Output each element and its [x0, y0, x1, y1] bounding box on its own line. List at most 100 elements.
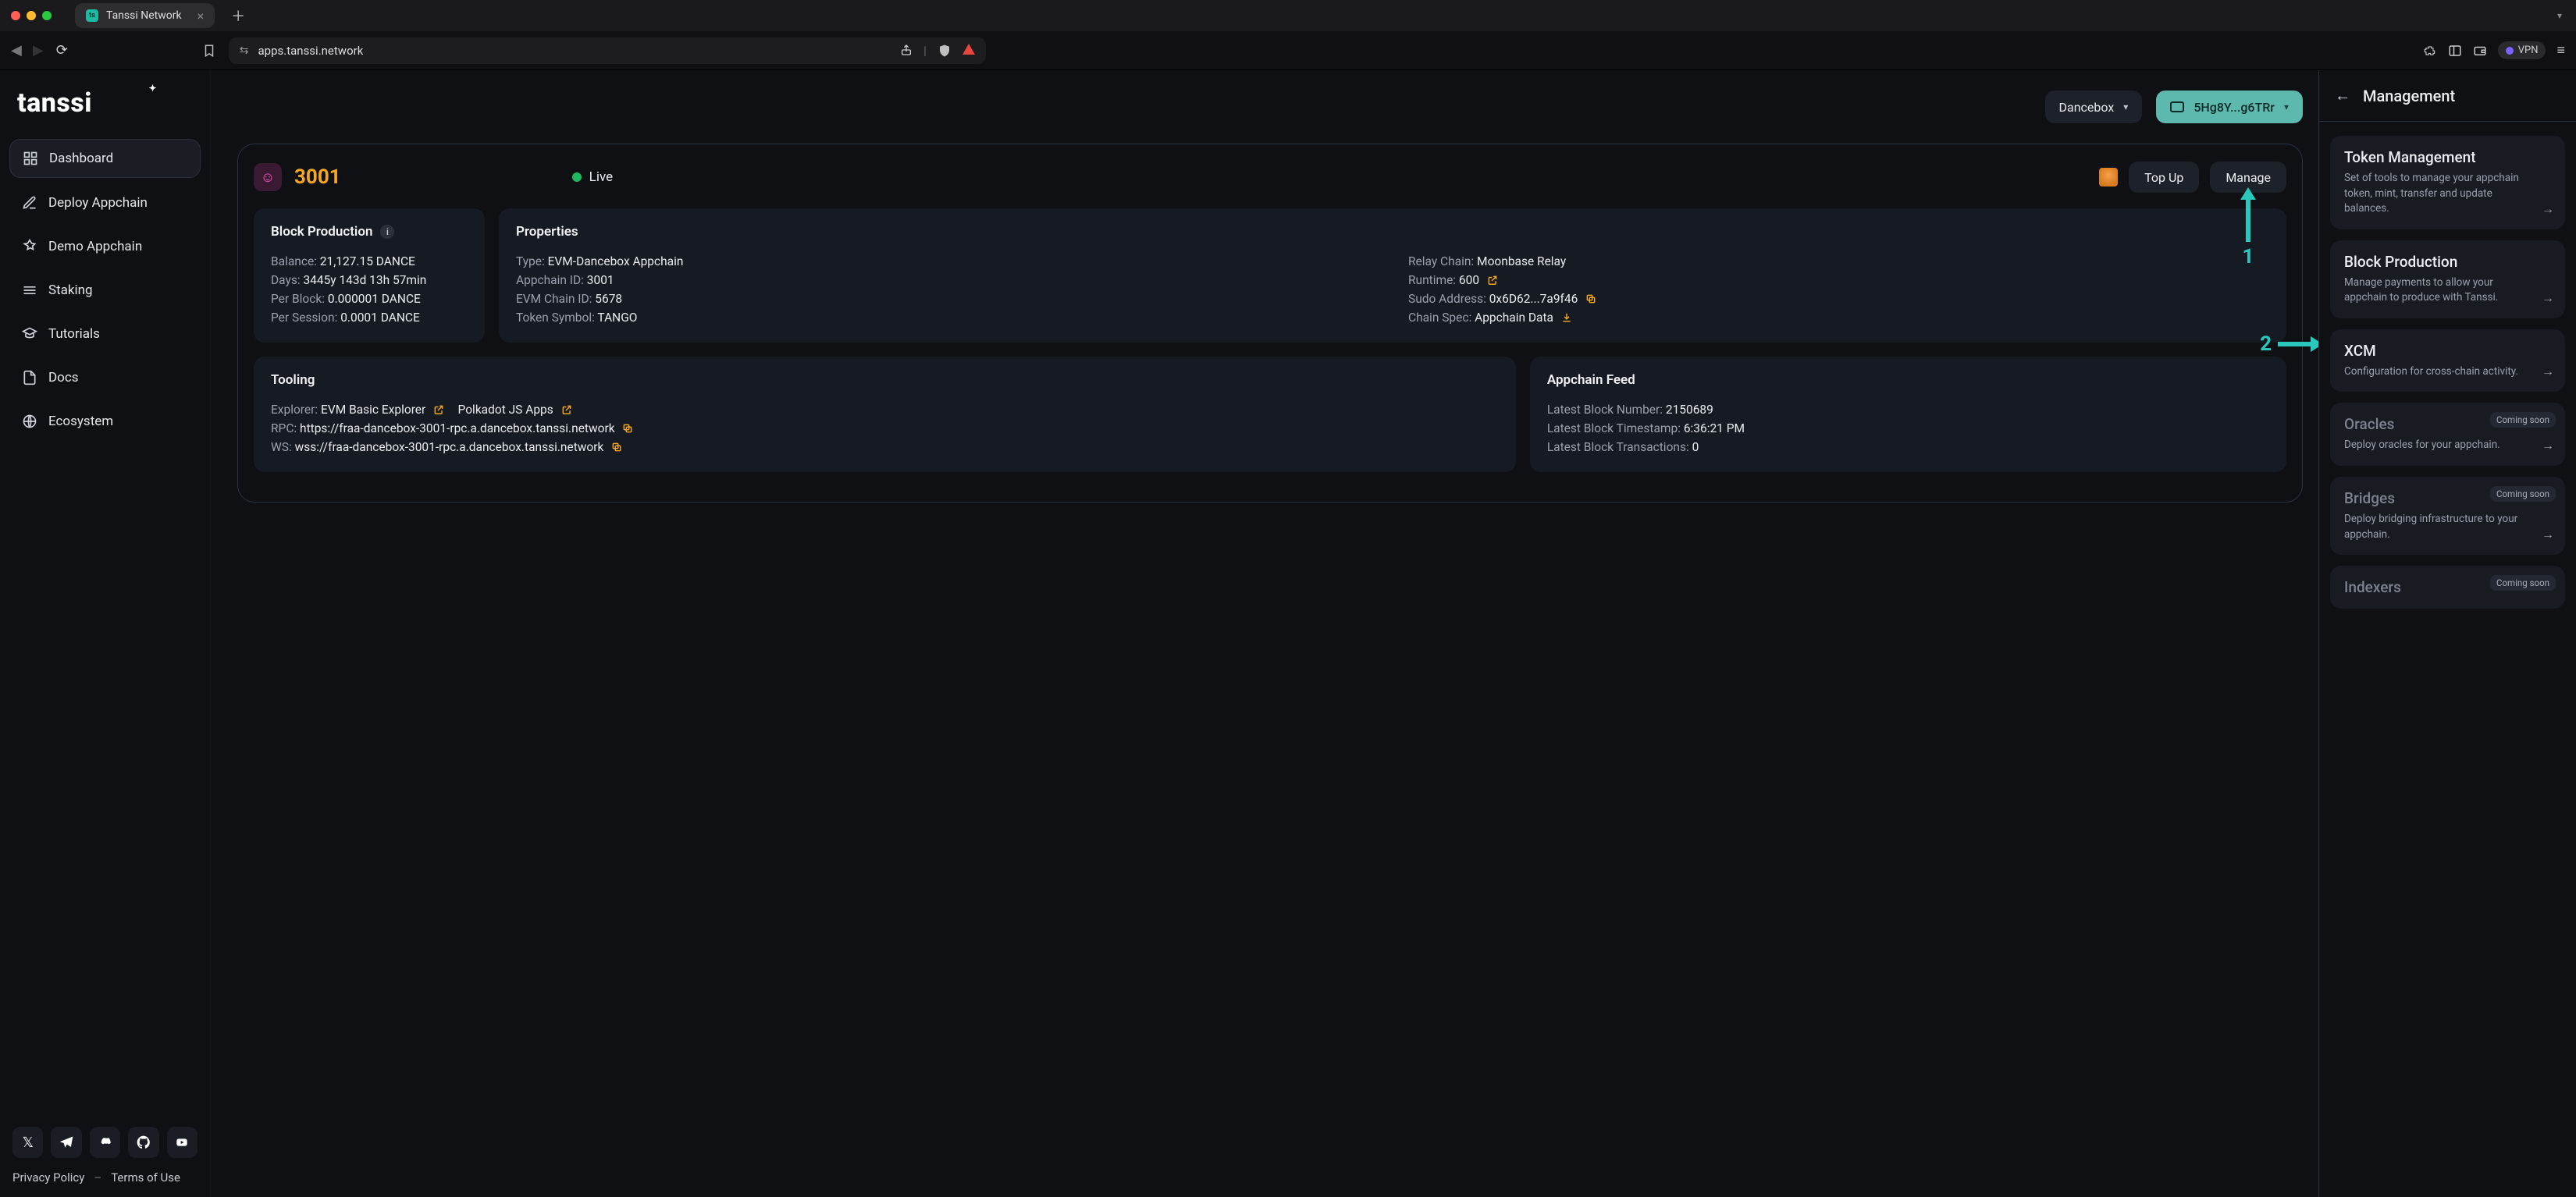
main-header: Dancebox ▾ 5Hg8Y...g6TRr ▾ [237, 91, 2303, 123]
arrow-right-icon: → [2542, 527, 2554, 542]
menu-icon[interactable]: ≡ [2556, 42, 2565, 59]
back-arrow-icon[interactable]: ← [2335, 86, 2350, 105]
manage-button[interactable]: Manage [2210, 162, 2286, 193]
url-text: apps.tanssi.network [258, 44, 364, 58]
management-header: ← Management [2319, 70, 2576, 122]
sidebar: tanssi✦ Dashboard Deploy Appchain Demo A… [0, 70, 211, 1197]
status-dot-icon [572, 172, 582, 182]
arrow-right-icon: → [2542, 290, 2554, 306]
arrow-right-icon: → [2542, 364, 2554, 379]
brand-logo[interactable]: tanssi✦ [9, 87, 201, 119]
github-icon[interactable] [128, 1127, 158, 1158]
close-window-icon[interactable] [11, 11, 20, 20]
vpn-label: VPN [2518, 44, 2539, 56]
appchain-avatar-icon: ☺ [254, 163, 282, 191]
metamask-icon[interactable] [2099, 168, 2118, 186]
tabs-overflow-icon[interactable]: ▾ [2557, 10, 2562, 21]
terms-link[interactable]: Terms of Use [111, 1170, 180, 1185]
sidebar-item-label: Docs [48, 370, 79, 385]
sidebar-item-staking[interactable]: Staking [9, 272, 201, 309]
discord-icon[interactable] [90, 1127, 120, 1158]
tab-title: Tanssi Network [106, 9, 182, 22]
copy-icon[interactable] [1585, 293, 1598, 306]
legal-links: Privacy Policy – Terms of Use [9, 1158, 201, 1186]
ecosystem-icon [22, 414, 37, 429]
sidebar-toggle-icon[interactable] [2448, 44, 2462, 58]
reload-button[interactable]: ⟳ [56, 42, 68, 59]
back-button[interactable]: ◀ [11, 42, 22, 59]
external-link-icon[interactable] [433, 404, 446, 417]
network-selector[interactable]: Dancebox ▾ [2045, 91, 2143, 123]
sidebar-item-deploy-appchain[interactable]: Deploy Appchain [9, 184, 201, 222]
properties-card: Properties Type: EVM-Dancebox Appchain A… [499, 208, 2286, 343]
sidebar-item-demo-appchain[interactable]: Demo Appchain [9, 228, 201, 265]
wallet-selector[interactable]: 5Hg8Y...g6TRr ▾ [2156, 91, 2303, 123]
network-label: Dancebox [2059, 100, 2115, 115]
address-bar[interactable]: ⇆ apps.tanssi.network | [229, 37, 986, 64]
card-title: Tooling [271, 372, 315, 388]
docs-icon [22, 370, 37, 385]
sidebar-item-docs[interactable]: Docs [9, 359, 201, 396]
mgmt-card-bridges: Coming soon Bridges Deploy bridging infr… [2330, 477, 2565, 555]
chevron-down-icon: ▾ [2123, 101, 2128, 112]
privacy-link[interactable]: Privacy Policy [12, 1170, 84, 1185]
sidebar-item-label: Dashboard [49, 151, 113, 166]
sidebar-item-label: Tutorials [48, 326, 100, 342]
mgmt-card-block-production[interactable]: Block Production Manage payments to allo… [2330, 240, 2565, 318]
sidebar-item-ecosystem[interactable]: Ecosystem [9, 403, 201, 440]
copy-icon[interactable] [622, 423, 635, 435]
copy-icon[interactable] [611, 442, 624, 454]
brave-rewards-icon[interactable] [962, 44, 975, 58]
sidebar-item-dashboard[interactable]: Dashboard [9, 139, 201, 178]
explorer-link[interactable]: EVM Basic Explorer [321, 403, 425, 417]
extensions-icon[interactable] [2423, 44, 2437, 58]
polkadot-apps-link[interactable]: Polkadot JS Apps [458, 403, 553, 417]
sidebar-item-label: Deploy Appchain [48, 195, 148, 211]
wallet-address: 5Hg8Y...g6TRr [2194, 100, 2275, 115]
browser-toolbar: ◀ ▶ ⟳ ⇆ apps.tanssi.network | [0, 31, 2576, 70]
nav-buttons: ◀ ▶ [11, 42, 44, 59]
coming-soon-badge: Coming soon [2490, 486, 2556, 502]
sidebar-item-label: Staking [48, 282, 93, 298]
download-icon[interactable] [1561, 312, 1574, 325]
dashboard-icon [23, 151, 38, 166]
minimize-window-icon[interactable] [27, 11, 36, 20]
close-tab-icon[interactable]: × [197, 9, 205, 23]
info-icon[interactable]: i [380, 225, 394, 239]
block-production-card: Block Production i Balance: 21,127.15 DA… [254, 208, 485, 343]
external-link-icon[interactable] [561, 404, 574, 417]
mgmt-card-indexers: Coming soon Indexers [2330, 566, 2565, 609]
forward-button[interactable]: ▶ [33, 42, 44, 59]
tutorials-icon [22, 326, 37, 342]
share-icon[interactable] [900, 44, 913, 58]
sidebar-item-tutorials[interactable]: Tutorials [9, 315, 201, 353]
x-twitter-icon[interactable]: 𝕏 [12, 1127, 43, 1158]
fullscreen-window-icon[interactable] [42, 11, 52, 20]
app-root: tanssi✦ Dashboard Deploy Appchain Demo A… [0, 70, 2576, 1197]
browser-tab[interactable]: ts Tanssi Network × [75, 3, 215, 28]
mgmt-card-xcm[interactable]: XCM Configuration for cross-chain activi… [2330, 329, 2565, 392]
panel-head: ☺ 3001 Live Top Up Manage [254, 162, 2286, 193]
mgmt-card-oracles: Coming soon Oracles Deploy oracles for y… [2330, 403, 2565, 466]
staking-icon [22, 282, 37, 298]
topup-button[interactable]: Top Up [2129, 162, 2199, 193]
favicon-icon: ts [86, 9, 98, 22]
new-tab-button[interactable]: ＋ [227, 5, 249, 27]
vpn-status-icon [2506, 47, 2514, 55]
vpn-badge[interactable]: VPN [2498, 41, 2546, 59]
wallet-icon[interactable] [2473, 44, 2487, 58]
tooling-card: Tooling Explorer: EVM Basic Explorer Pol… [254, 357, 1516, 472]
card-title: Appchain Feed [1547, 372, 1635, 388]
telegram-icon[interactable] [51, 1127, 81, 1158]
chevron-down-icon: ▾ [2284, 101, 2289, 112]
brave-shields-icon[interactable] [938, 44, 952, 58]
site-settings-icon[interactable]: ⇆ [240, 44, 249, 57]
bookmark-icon[interactable] [202, 44, 216, 58]
external-link-icon[interactable] [1487, 275, 1500, 287]
demo-icon [22, 239, 37, 254]
youtube-icon[interactable] [167, 1127, 197, 1158]
macos-titlebar: ts Tanssi Network × ＋ ▾ [0, 0, 2576, 31]
appchain-feed-card: Appchain Feed Latest Block Number: 21506… [1530, 357, 2286, 472]
logo-star-icon: ✦ [148, 83, 157, 94]
mgmt-card-token-management[interactable]: Token Management Set of tools to manage … [2330, 136, 2565, 229]
